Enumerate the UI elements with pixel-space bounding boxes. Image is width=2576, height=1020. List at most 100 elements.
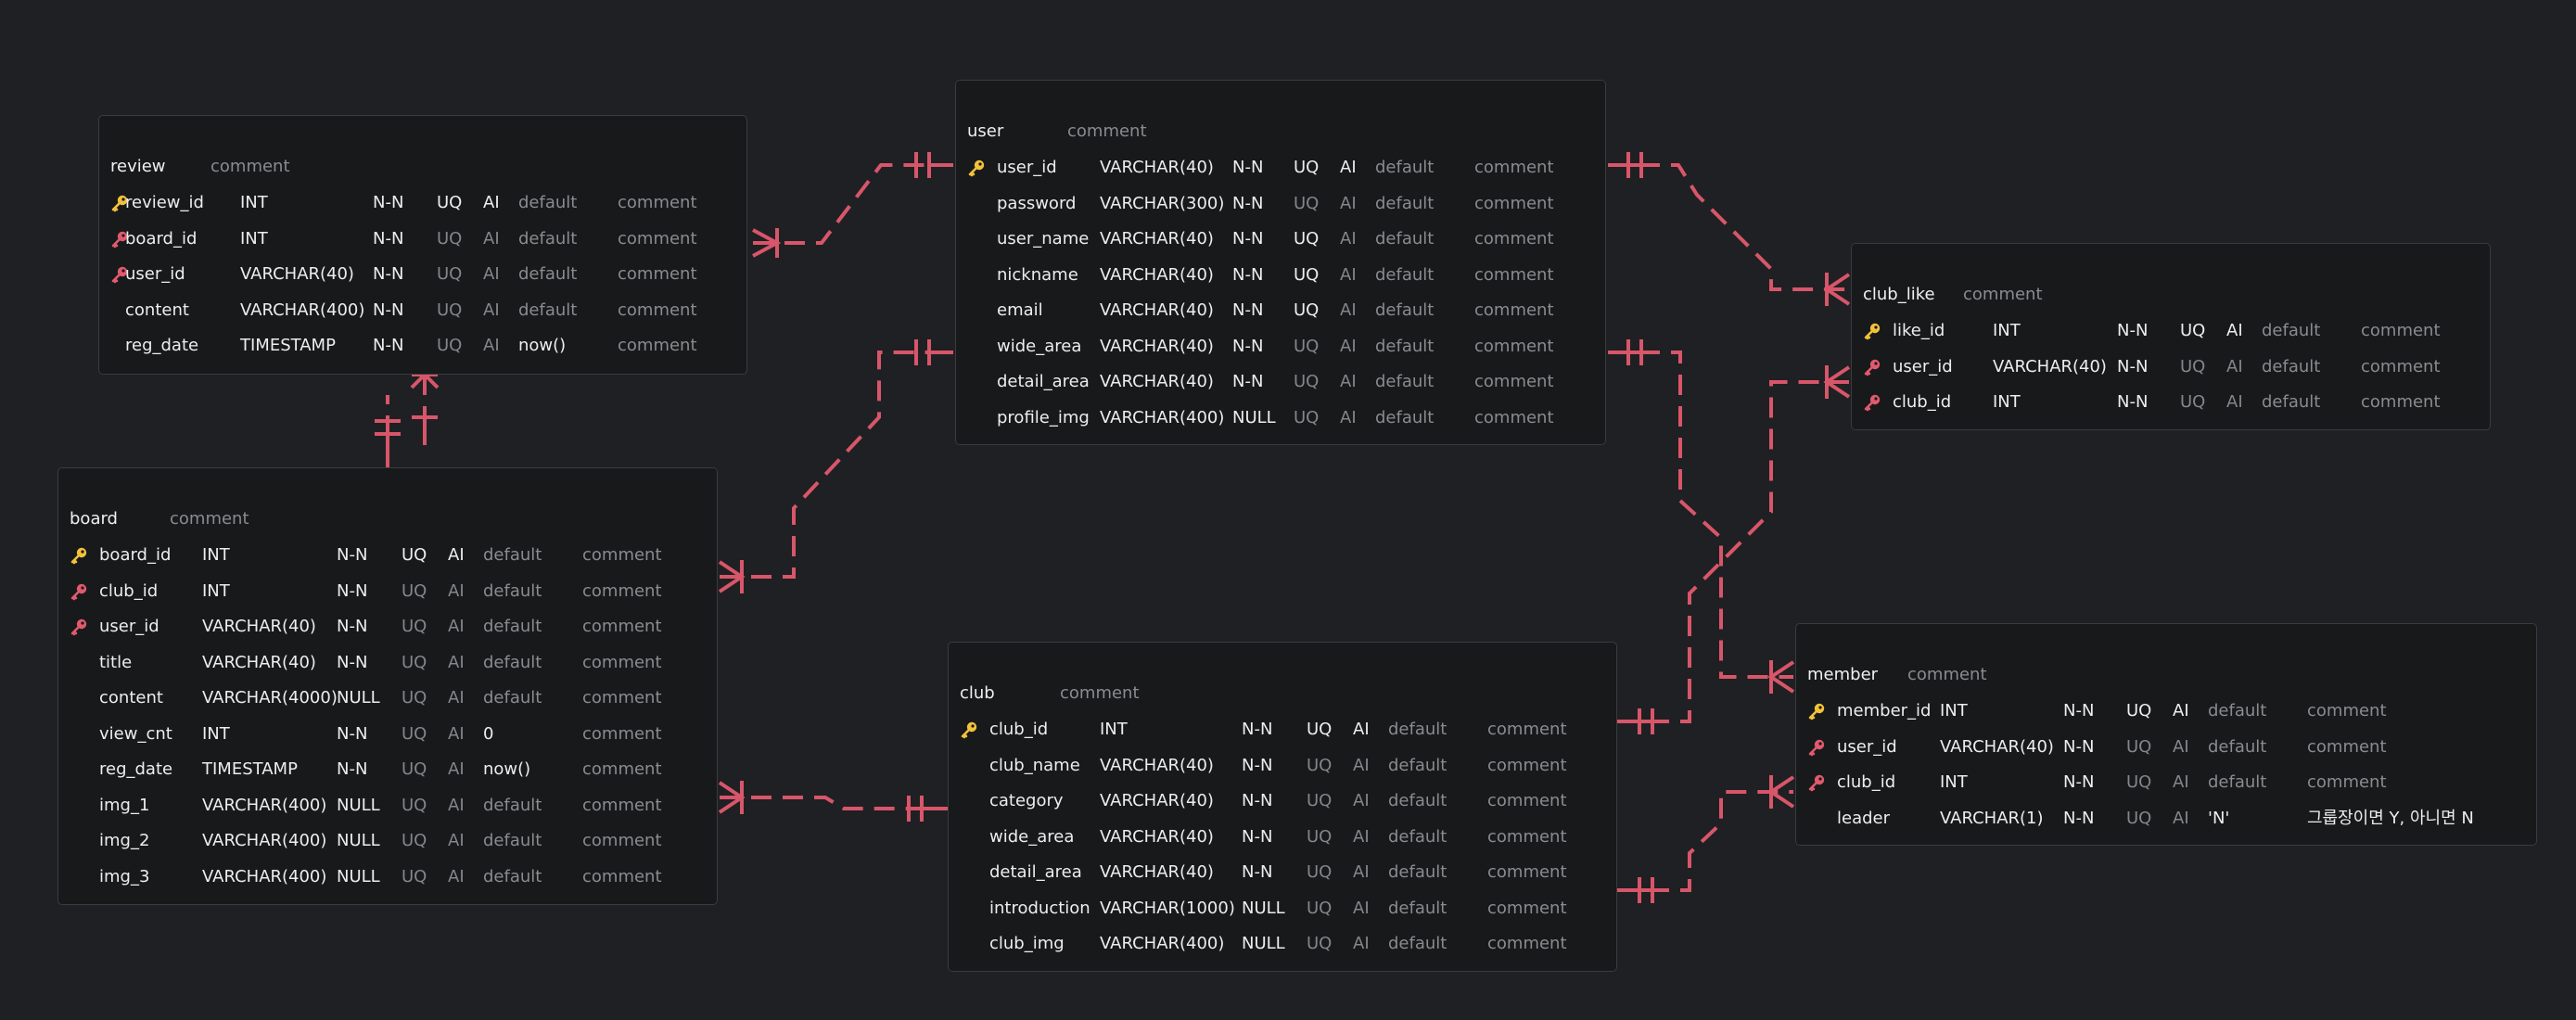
column-default[interactable]: default: [2208, 765, 2266, 800]
column-unique-flag[interactable]: UQ: [437, 222, 462, 257]
column-autoincrement-flag[interactable]: AI: [448, 788, 465, 823]
column-default[interactable]: default: [1388, 712, 1447, 747]
column-unique-flag[interactable]: UQ: [1307, 891, 1332, 926]
column-autoincrement-flag[interactable]: AI: [448, 823, 465, 859]
column-autoincrement-flag[interactable]: AI: [2173, 765, 2189, 800]
column-row-detail-area[interactable]: detail_area VARCHAR(40) N-N UQ AI default comm…: [949, 855, 1616, 890]
column-autoincrement-flag[interactable]: AI: [1353, 712, 1370, 747]
column-default[interactable]: default: [2262, 313, 2320, 349]
column-comment[interactable]: comment: [1474, 258, 1554, 293]
column-comment[interactable]: comment: [582, 717, 662, 752]
column-unique-flag[interactable]: UQ: [437, 328, 462, 363]
column-row-club-id[interactable]: club_id INT N-N UQ AI default comment: [1796, 765, 2536, 800]
column-row-club-img[interactable]: club_img VARCHAR(400) NULL UQ AI default comme…: [949, 926, 1616, 962]
column-default[interactable]: default: [483, 645, 542, 681]
column-default[interactable]: default: [2262, 350, 2320, 385]
column-comment[interactable]: comment: [618, 222, 697, 257]
column-unique-flag[interactable]: UQ: [437, 185, 462, 221]
column-comment[interactable]: comment: [1474, 222, 1554, 257]
column-row-nickname[interactable]: nickname VARCHAR(40) N-N UQ AI default comment: [956, 258, 1605, 293]
column-comment[interactable]: comment: [1487, 712, 1567, 747]
column-default[interactable]: default: [1375, 186, 1434, 222]
column-nullability[interactable]: N-N: [337, 752, 367, 787]
column-comment[interactable]: comment: [1487, 820, 1567, 855]
column-row-club-id[interactable]: club_id INT N-N UQ AI default comment: [949, 712, 1616, 747]
column-unique-flag[interactable]: UQ: [1307, 855, 1332, 890]
column-comment[interactable]: comment: [2307, 730, 2387, 765]
relation-board-user[interactable]: [718, 339, 953, 593]
column-autoincrement-flag[interactable]: AI: [2226, 385, 2243, 420]
column-default[interactable]: default: [518, 257, 577, 292]
column-comment[interactable]: comment: [1487, 891, 1567, 926]
column-comment[interactable]: comment: [582, 538, 662, 573]
column-unique-flag[interactable]: UQ: [1294, 258, 1319, 293]
column-nullability[interactable]: N-N: [337, 609, 367, 644]
column-comment[interactable]: comment: [2307, 694, 2387, 729]
column-nullability[interactable]: N-N: [2117, 385, 2148, 420]
column-comment[interactable]: 그룹장이면 Y, 아니면 N: [2307, 801, 2474, 836]
column-autoincrement-flag[interactable]: AI: [2226, 313, 2243, 349]
entity-header[interactable]: [1852, 244, 2490, 279]
column-autoincrement-flag[interactable]: AI: [448, 681, 465, 716]
column-nullability[interactable]: NULL: [337, 860, 380, 895]
column-nullability[interactable]: N-N: [1242, 712, 1272, 747]
column-row-password[interactable]: password VARCHAR(300) N-N UQ AI default commen…: [956, 186, 1605, 222]
column-row-email[interactable]: email VARCHAR(40) N-N UQ AI default comment: [956, 293, 1605, 328]
column-nullability[interactable]: N-N: [2063, 694, 2094, 729]
column-unique-flag[interactable]: UQ: [1294, 293, 1319, 328]
column-comment[interactable]: comment: [582, 752, 662, 787]
column-autoincrement-flag[interactable]: AI: [1353, 784, 1370, 819]
column-unique-flag[interactable]: UQ: [402, 538, 427, 573]
column-comment[interactable]: comment: [2307, 765, 2387, 800]
column-nullability[interactable]: N-N: [1232, 186, 1263, 222]
column-comment[interactable]: comment: [618, 185, 697, 221]
relation-user-clublike[interactable]: [1608, 152, 1851, 306]
column-default[interactable]: default: [483, 681, 542, 716]
column-row-like-id[interactable]: like_id INT N-N UQ AI default comment: [1852, 313, 2490, 349]
column-default[interactable]: 0: [483, 717, 493, 752]
column-default[interactable]: default: [483, 538, 542, 573]
column-autoincrement-flag[interactable]: AI: [2173, 801, 2189, 836]
column-nullability[interactable]: N-N: [2117, 313, 2148, 349]
column-comment[interactable]: comment: [1474, 364, 1554, 400]
column-nullability[interactable]: N-N: [1242, 855, 1272, 890]
column-unique-flag[interactable]: UQ: [2126, 730, 2151, 765]
column-row-user-id[interactable]: user_id VARCHAR(40) N-N UQ AI default comment: [1852, 350, 2490, 385]
column-row-detail-area[interactable]: detail_area VARCHAR(40) N-N UQ AI default comm…: [956, 364, 1605, 400]
column-default[interactable]: default: [483, 860, 542, 895]
column-default[interactable]: default: [518, 293, 577, 328]
column-autoincrement-flag[interactable]: AI: [1353, 820, 1370, 855]
column-comment[interactable]: comment: [2361, 350, 2441, 385]
column-default[interactable]: default: [1375, 222, 1434, 257]
column-row-wide-area[interactable]: wide_area VARCHAR(40) N-N UQ AI default commen…: [949, 820, 1616, 855]
column-nullability[interactable]: N-N: [337, 717, 367, 752]
entity-header[interactable]: [99, 116, 746, 151]
column-nullability[interactable]: N-N: [337, 645, 367, 681]
column-nullability[interactable]: NULL: [1242, 891, 1285, 926]
column-nullability[interactable]: NULL: [337, 681, 380, 716]
column-comment[interactable]: comment: [1487, 748, 1567, 784]
column-nullability[interactable]: N-N: [1242, 784, 1272, 819]
column-unique-flag[interactable]: UQ: [402, 752, 427, 787]
column-row-review-id[interactable]: review_id INT N-N UQ AI default comment: [99, 185, 746, 221]
column-unique-flag[interactable]: UQ: [402, 823, 427, 859]
column-row-introduction[interactable]: introduction VARCHAR(1000) NULL UQ AI default…: [949, 891, 1616, 926]
column-default[interactable]: default: [483, 823, 542, 859]
relation-board-club[interactable]: [718, 781, 948, 822]
column-nullability[interactable]: NULL: [1242, 926, 1285, 962]
column-autoincrement-flag[interactable]: AI: [448, 574, 465, 609]
column-unique-flag[interactable]: UQ: [1307, 712, 1332, 747]
column-row-user-name[interactable]: user_name VARCHAR(40) N-N UQ AI default commen…: [956, 222, 1605, 257]
column-default[interactable]: default: [2262, 385, 2320, 420]
column-unique-flag[interactable]: UQ: [402, 609, 427, 644]
column-autoincrement-flag[interactable]: AI: [483, 185, 500, 221]
column-row-user-id[interactable]: user_id VARCHAR(40) N-N UQ AI default comment: [1796, 730, 2536, 765]
column-autoincrement-flag[interactable]: AI: [1340, 293, 1357, 328]
column-comment[interactable]: comment: [2361, 313, 2441, 349]
column-nullability[interactable]: N-N: [1232, 150, 1263, 185]
column-nullability[interactable]: N-N: [373, 293, 403, 328]
column-default[interactable]: default: [1388, 926, 1447, 962]
column-row-wide-area[interactable]: wide_area VARCHAR(40) N-N UQ AI default commen…: [956, 329, 1605, 364]
column-row-member-id[interactable]: member_id INT N-N UQ AI default comment: [1796, 694, 2536, 729]
column-default[interactable]: 'N': [2208, 801, 2229, 836]
